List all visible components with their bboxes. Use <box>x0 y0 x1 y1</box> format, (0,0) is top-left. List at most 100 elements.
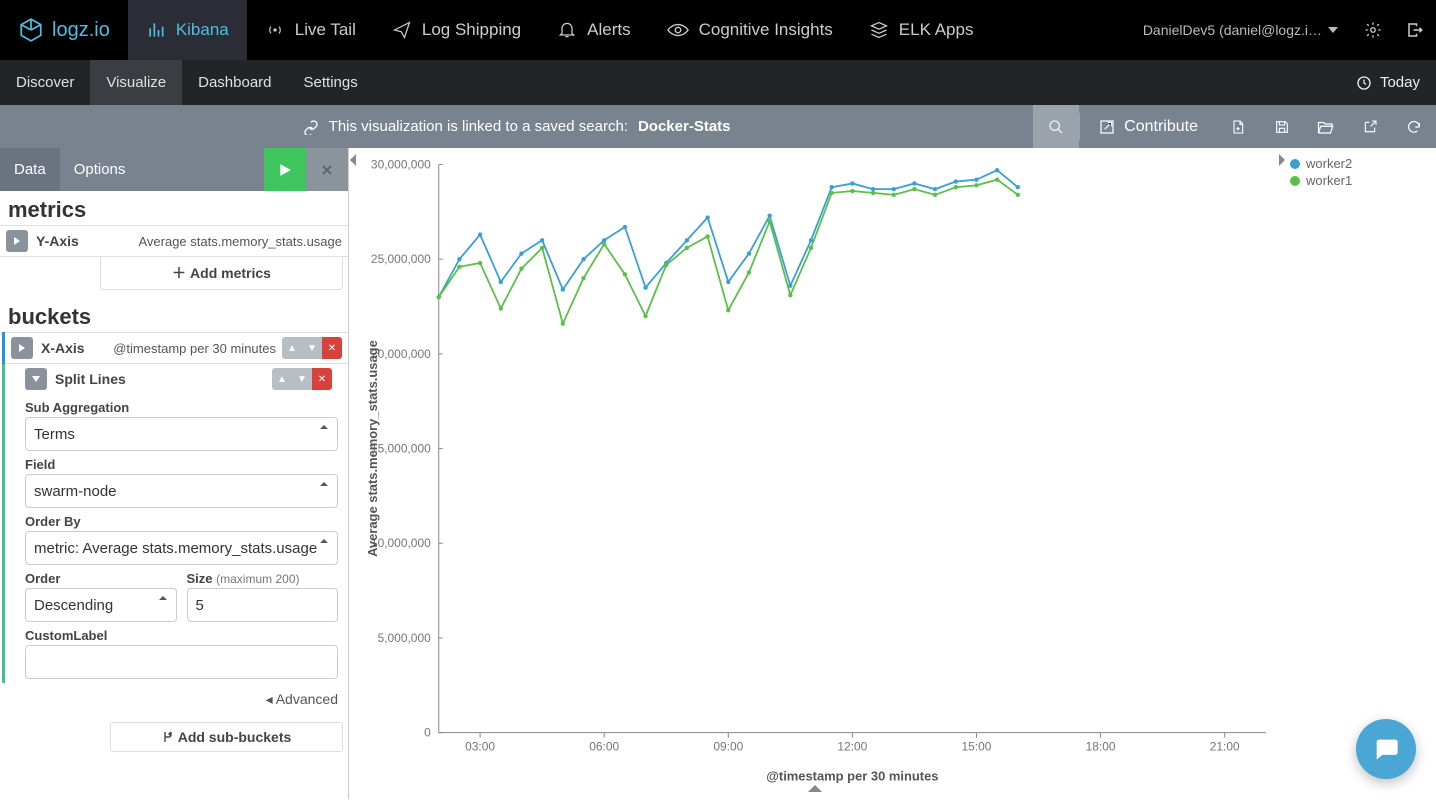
panel-tab-data[interactable]: Data <box>0 148 60 191</box>
subagg-label: Sub Aggregation <box>25 400 338 415</box>
panel-tab-options[interactable]: Options <box>60 148 140 191</box>
link-icon <box>303 119 319 135</box>
xaxis-desc: @timestamp per 30 minutes <box>113 341 276 356</box>
stack-icon <box>869 20 889 40</box>
svg-text:21:00: 21:00 <box>1210 740 1240 754</box>
svg-text:@timestamp per 30 minutes: @timestamp per 30 minutes <box>766 768 938 783</box>
logout-button[interactable] <box>1394 0 1436 60</box>
search-button[interactable] <box>1033 105 1079 148</box>
time-picker[interactable]: Today <box>1340 60 1436 105</box>
nav-label: Alerts <box>587 20 630 40</box>
add-metrics-button[interactable]: ＋ Add metrics <box>100 257 343 290</box>
discard-button[interactable] <box>306 148 348 191</box>
refresh-icon <box>1406 119 1422 135</box>
chevron-down-icon <box>1328 27 1338 33</box>
nav-kibana[interactable]: Kibana <box>128 0 247 60</box>
link-bar: This visualization is linked to a saved … <box>0 105 1436 148</box>
clock-icon <box>1356 75 1372 91</box>
svg-text:5,000,000: 5,000,000 <box>378 631 432 645</box>
move-down-button[interactable]: ▼ <box>302 337 322 359</box>
split-lines-row[interactable]: Split Lines ▲ ▼ ✕ <box>25 364 338 394</box>
expand-toggle[interactable] <box>6 230 28 252</box>
svg-text:20,000,000: 20,000,000 <box>371 347 431 361</box>
user-menu[interactable]: DanielDev5 (daniel@logz.i… <box>1129 0 1352 60</box>
user-name: DanielDev5 (daniel@logz.i… <box>1143 22 1322 38</box>
subnav-settings[interactable]: Settings <box>288 60 374 105</box>
customlabel-input[interactable] <box>25 645 338 679</box>
order-select[interactable]: Descending <box>25 588 177 622</box>
subnav-discover[interactable]: Discover <box>0 60 90 105</box>
search-icon <box>1048 119 1064 135</box>
svg-text:18:00: 18:00 <box>1086 740 1116 754</box>
expand-toggle[interactable] <box>11 337 33 359</box>
order-label: Order <box>25 571 177 586</box>
brand-logo[interactable]: logz.io <box>0 0 128 60</box>
cube-icon <box>18 17 44 43</box>
yaxis-row[interactable]: Y-Axis Average stats.memory_stats.usage <box>0 225 348 257</box>
external-link-icon <box>1362 119 1378 135</box>
new-button[interactable] <box>1216 105 1260 148</box>
orderby-select[interactable]: metric: Average stats.memory_stats.usage <box>25 531 338 565</box>
chat-button[interactable] <box>1356 719 1416 779</box>
save-button[interactable] <box>1260 105 1304 148</box>
svg-text:09:00: 09:00 <box>713 740 743 754</box>
chat-icon <box>1372 735 1400 763</box>
legend-item[interactable]: worker2 <box>1290 156 1432 171</box>
legend-item[interactable]: worker1 <box>1290 173 1432 188</box>
linked-search-name[interactable]: Docker-Stats <box>638 118 731 135</box>
svg-text:12:00: 12:00 <box>837 740 867 754</box>
line-chart[interactable]: 05,000,00010,000,00015,000,00020,000,000… <box>359 148 1276 799</box>
yaxis-desc: Average stats.memory_stats.usage <box>138 234 342 249</box>
move-up-button[interactable]: ▲ <box>272 368 292 390</box>
svg-text:15:00: 15:00 <box>962 740 992 754</box>
svg-text:15,000,000: 15,000,000 <box>371 442 431 456</box>
expand-toggle[interactable] <box>25 368 47 390</box>
open-button[interactable] <box>1304 105 1348 148</box>
sub-nav: Discover Visualize Dashboard Settings To… <box>0 60 1436 105</box>
buckets-heading: buckets <box>0 298 348 332</box>
remove-button[interactable]: ✕ <box>312 368 332 390</box>
send-icon <box>392 20 412 40</box>
chart-legend: worker2 worker1 <box>1286 148 1436 799</box>
legend-dot-icon <box>1290 176 1300 186</box>
split-label: Split Lines <box>55 371 126 387</box>
nav-label: Log Shipping <box>422 20 521 40</box>
advanced-toggle[interactable]: ◂ Advanced <box>0 683 348 716</box>
contribute-button[interactable]: Contribute <box>1080 105 1216 148</box>
remove-button[interactable]: ✕ <box>322 337 342 359</box>
size-input[interactable] <box>187 588 339 622</box>
nav-elk-apps[interactable]: ELK Apps <box>851 0 992 60</box>
nav-alerts[interactable]: Alerts <box>539 0 648 60</box>
nav-live-tail[interactable]: Live Tail <box>247 0 374 60</box>
apply-button[interactable] <box>264 148 306 191</box>
collapse-right[interactable] <box>1276 148 1286 799</box>
collapse-left[interactable] <box>349 148 359 799</box>
subnav-dashboard[interactable]: Dashboard <box>182 60 287 105</box>
move-down-button[interactable]: ▼ <box>292 368 312 390</box>
xaxis-row[interactable]: X-Axis @timestamp per 30 minutes ▲ ▼ ✕ <box>5 332 348 364</box>
svg-text:30,000,000: 30,000,000 <box>371 157 431 171</box>
nav-label: Cognitive Insights <box>699 20 833 40</box>
yaxis-label: Y-Axis <box>36 233 79 249</box>
field-select[interactable]: swarm-node <box>25 474 338 508</box>
refresh-button[interactable] <box>1392 105 1436 148</box>
svg-text:0: 0 <box>424 726 431 740</box>
nav-cognitive[interactable]: Cognitive Insights <box>649 0 851 60</box>
svg-text:Average stats.memory_stats.usa: Average stats.memory_stats.usage <box>365 340 380 557</box>
nav-log-shipping[interactable]: Log Shipping <box>374 0 539 60</box>
branch-icon <box>162 731 174 743</box>
subagg-select[interactable]: Terms <box>25 417 338 451</box>
collapse-bottom[interactable] <box>808 781 822 797</box>
share-button[interactable] <box>1348 105 1392 148</box>
subnav-visualize[interactable]: Visualize <box>90 60 182 105</box>
chevron-left-icon <box>350 154 358 166</box>
share-square-icon <box>1098 118 1116 136</box>
config-panel: Data Options metrics Y-Axis Average stat… <box>0 148 349 799</box>
settings-button[interactable] <box>1352 0 1394 60</box>
legend-dot-icon <box>1290 159 1300 169</box>
folder-open-icon <box>1317 119 1335 135</box>
move-up-button[interactable]: ▲ <box>282 337 302 359</box>
gear-icon <box>1364 21 1382 39</box>
add-sub-buckets-button[interactable]: Add sub-buckets <box>110 722 343 752</box>
eye-icon <box>667 22 689 38</box>
